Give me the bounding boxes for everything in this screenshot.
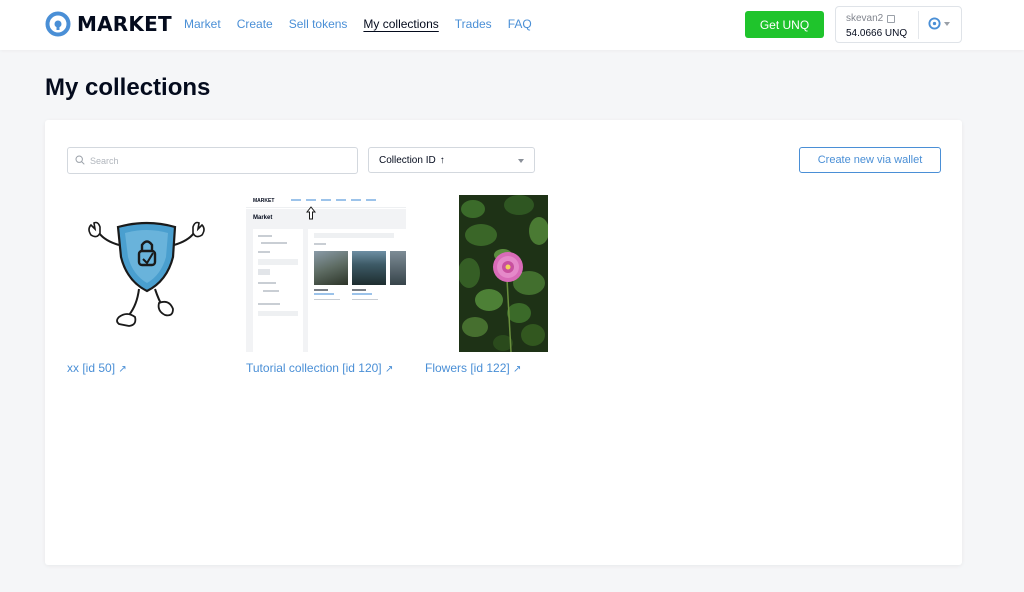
nav-my-collections[interactable]: My collections [363, 17, 438, 31]
collection-card[interactable]: Flowers [id 122] ↗ [425, 195, 585, 378]
nav-create[interactable]: Create [237, 17, 273, 31]
chain-selector[interactable] [928, 17, 950, 30]
arrow-up-icon [306, 206, 316, 220]
search-icon [75, 155, 85, 165]
search-input[interactable] [90, 148, 350, 173]
search-box[interactable] [67, 147, 358, 174]
main-nav: Market Create Sell tokens My collections… [184, 17, 548, 31]
thumbnail-title: Market [253, 215, 273, 221]
nav-trades[interactable]: Trades [455, 17, 492, 31]
sort-select[interactable]: Collection ID ↑ [368, 147, 535, 173]
collection-card[interactable]: MARKET Market Tutorial collection [id 12… [246, 195, 406, 378]
external-link-icon: ↗ [118, 364, 127, 375]
get-unq-button[interactable]: Get UNQ [745, 11, 824, 38]
top-header: MARKET Market Create Sell tokens My coll… [0, 0, 1024, 50]
chevron-down-icon [518, 159, 524, 163]
account-info: skevan2 54.0666 UNQ [846, 13, 907, 39]
sort-label: Collection ID [379, 155, 436, 166]
collection-card[interactable]: xx [id 50] ↗ [67, 195, 227, 378]
chain-icon [928, 17, 941, 30]
logo-icon [45, 11, 71, 37]
external-link-icon: ↗ [384, 364, 394, 375]
shield-mascot-icon [88, 221, 205, 327]
collection-image[interactable] [425, 195, 585, 352]
logo-text: MARKET [77, 12, 172, 36]
copy-icon[interactable] [887, 14, 896, 23]
collection-image[interactable] [67, 195, 227, 352]
collections-panel: Collection ID ↑ Create new via wallet [45, 120, 962, 565]
nav-sell-tokens[interactable]: Sell tokens [289, 17, 348, 31]
market-logo[interactable]: MARKET [45, 11, 172, 37]
nav-faq[interactable]: FAQ [508, 17, 532, 31]
account-name: skevan2 [846, 13, 884, 24]
collection-image[interactable]: MARKET Market [246, 195, 406, 352]
collection-link[interactable]: xx [id 50] ↗ [67, 360, 227, 378]
external-link-icon: ↗ [513, 364, 522, 375]
sort-arrow-icon: ↑ [439, 155, 445, 166]
account-divider [918, 11, 919, 39]
collection-link[interactable]: Flowers [id 122] ↗ [425, 360, 585, 378]
collection-link[interactable]: Tutorial collection [id 120] ↗ [246, 360, 406, 378]
nav-market[interactable]: Market [184, 17, 221, 31]
account-balance: 54.0666 UNQ [846, 28, 908, 39]
create-via-wallet-button[interactable]: Create new via wallet [799, 147, 941, 173]
pink-flower-photo [459, 195, 548, 352]
page-title: My collections [45, 74, 211, 101]
account-widget[interactable]: skevan2 54.0666 UNQ [835, 6, 962, 43]
thumbnail-logo: MARKET [253, 198, 275, 204]
chevron-down-icon [944, 21, 950, 26]
market-screenshot-thumbnail: MARKET Market [246, 195, 406, 352]
